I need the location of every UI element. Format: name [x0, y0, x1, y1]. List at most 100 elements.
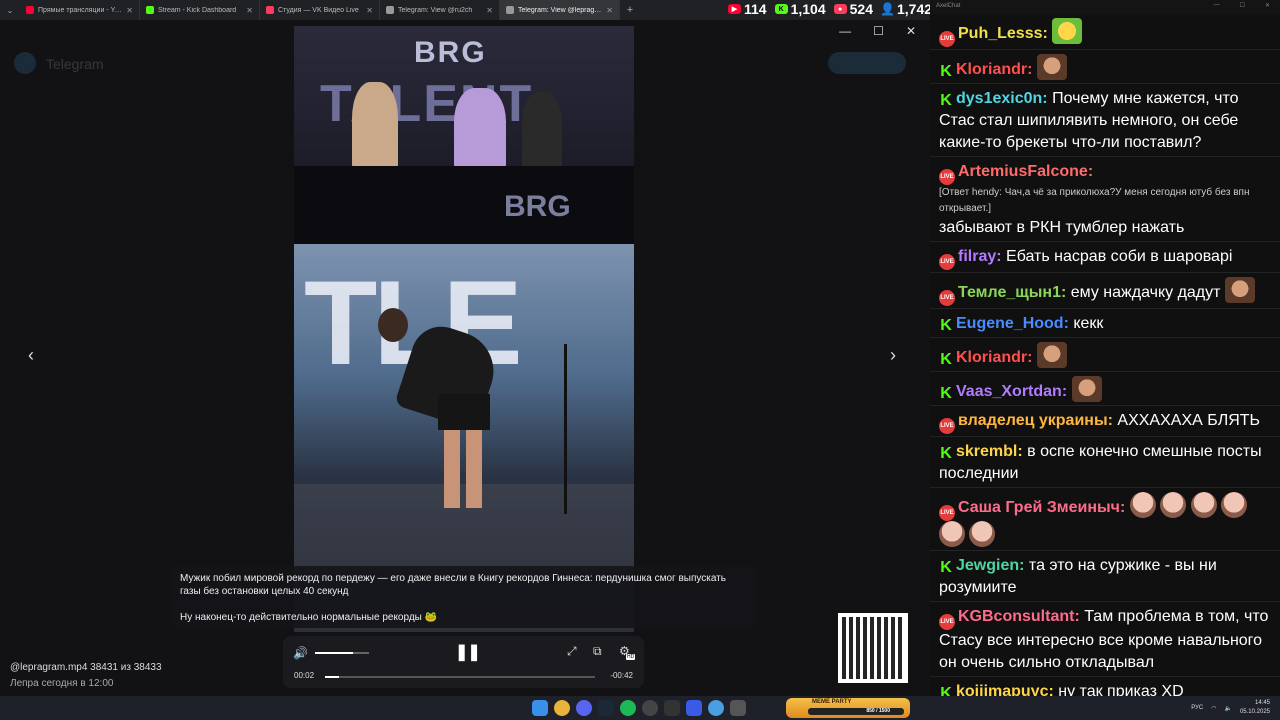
wifi-icon[interactable]: ◠ [1211, 705, 1216, 712]
chat-username[interactable]: Kloriandr: [956, 349, 1032, 366]
pause-button[interactable]: ❚❚ [455, 642, 481, 662]
vk-live-icon: ● [833, 4, 847, 14]
kick-badge-icon: K [940, 385, 952, 402]
fullscreen-icon[interactable]: ⤢ [567, 644, 577, 659]
kick-viewer-count: 1,104 [790, 1, 826, 17]
chat-username[interactable]: dys1exic0n: [956, 90, 1048, 107]
chat-message: K Vaas_Xortdan: [930, 372, 1280, 406]
chat-username[interactable]: владелец украины: [958, 412, 1113, 429]
taskbar: MEME PARTY 850 / 1500 РУС ◠ 🔈 14:45 05.1… [0, 696, 1280, 720]
picture-in-picture-icon[interactable]: ⧉ [593, 644, 602, 659]
tab-search-button[interactable]: ⌄ [0, 0, 20, 20]
chat-username[interactable]: Саша Грей Змеиныч: [958, 499, 1125, 516]
chat-username[interactable]: koiiimapuyc: [956, 683, 1054, 696]
new-tab-button[interactable]: + [620, 4, 640, 16]
meme-party-label: MEME PARTY [812, 699, 852, 705]
brg-logo: BRG [414, 36, 487, 69]
chat-message: LIVE владелец украины: АХХАХАХА БЛЯТЬ [930, 406, 1280, 437]
steam-icon[interactable] [598, 700, 614, 716]
chat-feed[interactable]: LIVE Puh_Lesss: K Kloriandr: Kdys1exic0n: … [930, 14, 1280, 696]
hd-badge: HD [626, 654, 636, 660]
minimize-icon[interactable]: — [1214, 2, 1220, 9]
chat-username[interactable]: Jewgien: [956, 557, 1024, 574]
chat-message: K Kloriandr: [930, 338, 1280, 372]
chat-username[interactable]: Eugene_Hood: [956, 315, 1069, 332]
chat-emote-icon [1221, 492, 1248, 518]
next-media-arrow-icon[interactable]: › [890, 345, 896, 366]
viewer-window-controls: — ☐ ✕ [839, 24, 916, 38]
browser-tab[interactable]: Студия — VK Видео Live ✕ [260, 0, 380, 20]
chat-emote-icon [1129, 492, 1156, 518]
app-icon[interactable] [686, 700, 702, 716]
app-icon[interactable] [664, 700, 680, 716]
chat-reply-quote: [Ответ hendy: Чач,а чё за приколюха?У ме… [939, 187, 1250, 214]
chat-username[interactable]: ArtemiusFalcone: [958, 163, 1093, 180]
browser-tab[interactable]: Telegram: View @ru2ch ✕ [380, 0, 500, 20]
tab-close-icon[interactable]: ✕ [126, 6, 133, 15]
tab-favicon-icon [26, 6, 34, 14]
start-icon[interactable] [532, 700, 548, 716]
chat-emote-icon [1036, 54, 1067, 80]
language-indicator[interactable]: РУС [1191, 705, 1203, 711]
chat-emote-icon [939, 521, 965, 547]
telegram-logo-icon [14, 52, 36, 74]
video-frame[interactable]: BRG TALENT BRG TLE [294, 26, 634, 632]
close-icon[interactable]: ✕ [906, 24, 916, 38]
chat-message: LIVE Темле_щын1: ему наждачку дадут [930, 273, 1280, 309]
chat-message: Kdys1exic0n: Почему мне кажется, что Ста… [930, 84, 1280, 157]
tab-close-icon[interactable]: ✕ [366, 6, 373, 15]
seek-bar[interactable] [325, 676, 595, 678]
total-viewers: 👤 1,742 [880, 1, 932, 17]
tab-close-icon[interactable]: ✕ [246, 6, 253, 15]
previous-media-arrow-icon[interactable]: ‹ [28, 345, 34, 366]
browser-tab[interactable]: Telegram: View @lepragram ✕ [500, 0, 620, 20]
minimize-icon[interactable]: — [839, 24, 851, 38]
chat-username[interactable]: Темле_щын1: [958, 284, 1066, 301]
meme-party-widget: MEME PARTY 850 / 1500 [786, 698, 910, 718]
tab-title: Telegram: View @lepragram [518, 6, 603, 14]
close-icon[interactable]: ✕ [1265, 2, 1270, 9]
meme-party-progress: 850 / 1500 [808, 708, 904, 715]
maximize-icon[interactable]: ☐ [873, 24, 884, 38]
chat-message: K Eugene_Hood: кекк [930, 309, 1280, 338]
chat-username[interactable]: Vaas_Xortdan: [956, 383, 1067, 400]
volume-icon[interactable]: 🔊 [293, 646, 308, 660]
vk-live-badge-icon: LIVE [939, 169, 955, 185]
chrome-icon[interactable] [554, 700, 570, 716]
tab-close-icon[interactable]: ✕ [486, 6, 493, 15]
chat-username[interactable]: Kloriandr: [956, 61, 1032, 78]
chat-username[interactable]: KGBconsultant: [958, 608, 1080, 625]
chat-username[interactable]: Puh_Lesss: [958, 25, 1048, 42]
tab-favicon-icon [266, 6, 274, 14]
browser-tab[interactable]: Прямые трансляции - YouTube✕ [20, 0, 140, 20]
volume-slider[interactable] [315, 652, 369, 654]
app-icon[interactable] [730, 700, 746, 716]
stream-stats: ▶ 114 K 1,104 ● 524 👤 1,742 [728, 0, 932, 18]
browser-tab[interactable]: Stream - Kick Dashboard ✕ [140, 0, 260, 20]
obs-icon[interactable] [642, 700, 658, 716]
tab-close-icon[interactable]: ✕ [606, 6, 613, 15]
brg-desk-logo: BRG [504, 190, 571, 223]
media-viewer: Telegram — ☐ ✕ ‹ › BRG TALENT BRG TLE Му… [0, 20, 930, 696]
chat-emote-icon [969, 521, 996, 547]
chat-username[interactable]: skrembl: [956, 443, 1023, 460]
maximize-icon[interactable]: ☐ [1240, 2, 1245, 9]
chat-emote-icon [1036, 342, 1067, 368]
chat-message: Kskrembl: в оспе конечно смешные посты п… [930, 437, 1280, 488]
telegram-icon[interactable] [708, 700, 724, 716]
clock-time: 14:45 [1254, 700, 1270, 706]
speaker-icon[interactable]: 🔈 [1224, 705, 1231, 712]
chat-emote-icon [1190, 492, 1217, 518]
performer-head [378, 308, 408, 342]
clock[interactable]: 14:45 05.10.2025 [1240, 699, 1270, 717]
spotify-icon[interactable] [620, 700, 636, 716]
vk-live-badge-icon: LIVE [939, 614, 955, 630]
chat-username[interactable]: filray: [958, 248, 1002, 265]
kick-icon: K [774, 4, 788, 14]
tab-title: Stream - Kick Dashboard [158, 6, 237, 14]
discord-icon[interactable] [576, 700, 592, 716]
judge-person [352, 82, 398, 172]
caption-text: Мужик побил мировой рекорд по пердежу — … [180, 573, 726, 597]
vk-viewer-count: 524 [849, 1, 873, 17]
kick-badge-icon: K [940, 559, 952, 576]
